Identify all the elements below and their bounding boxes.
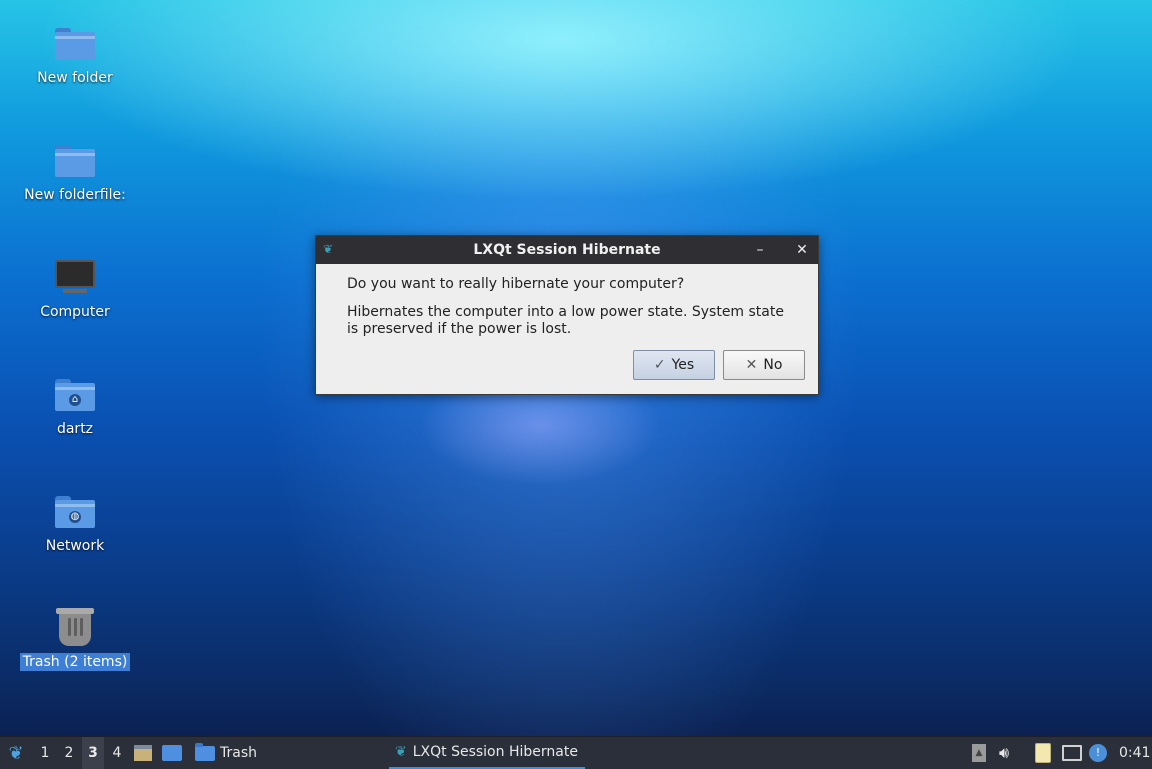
workspace-2[interactable]: 2 [58,737,80,769]
show-desktop-button[interactable] [162,737,182,769]
file-manager-icon [134,745,152,761]
dialog-title: LXQt Session Hibernate [473,242,661,258]
no-button-label: No [763,357,783,373]
network-folder-icon: ◍ [53,490,97,534]
desktop-icon-label: New folderfile: [24,187,126,203]
network-icon [1062,745,1082,761]
task-hibernate-label: LXQt Session Hibernate [412,744,578,760]
trash-icon [53,606,97,650]
desktop-icon-label: Network [45,538,105,554]
folder-icon [195,742,215,761]
arrow-up-icon: ▲ [972,744,986,762]
taskbar: ❦ 1 2 3 4 Trash ❦ LXQt Session Hibernate… [0,736,1152,769]
folder-icon [53,139,97,183]
volume-button[interactable]: 🔊︎ [999,737,1009,769]
dialog-description: Hibernates the computer into a low power… [347,304,784,337]
desktop-icon-label: Trash (2 items) [19,653,131,671]
lxqt-logo-icon: ❦ [395,744,407,760]
desktop-icon-label: New folder [37,70,113,86]
minimize-button[interactable]: – [750,240,770,260]
clock[interactable]: 0:41 [1119,737,1150,769]
desktop-icon-trash[interactable]: Trash (2 items) [15,606,135,671]
update-notifier-icon: ! [1089,744,1107,762]
start-menu-button[interactable]: ❦ [4,737,28,769]
dialog-question: Do you want to really hibernate your com… [347,276,685,292]
cross-icon: ✕ [745,357,758,373]
dialog-titlebar[interactable]: ❦ LXQt Session Hibernate – ✕ [316,236,818,264]
hibernate-dialog: ❦ LXQt Session Hibernate – ✕ Do you want… [315,235,819,395]
task-trash-label: Trash [220,745,257,761]
folder-icon [53,22,97,66]
desktop-icon [162,745,182,761]
computer-icon [53,256,97,300]
yes-button[interactable]: ✓ Yes [633,350,715,380]
lxqt-logo-icon: ❦ [8,742,24,764]
desktop-icon-label: Computer [40,304,110,320]
checkmark-icon: ✓ [653,357,666,373]
speaker-icon: 🔊︎ [999,743,1010,762]
yes-button-label: Yes [671,357,695,373]
desktop-icon-home[interactable]: ⌂ dartz [15,373,135,438]
desktop-icon-computer[interactable]: Computer [15,256,135,321]
desktop-icon-label: dartz [56,421,94,437]
close-button[interactable]: ✕ [792,240,812,260]
desktop-icon-new-folder[interactable]: New folder [15,22,135,87]
network-status-button[interactable] [1062,737,1082,769]
home-folder-icon: ⌂ [53,373,97,417]
task-hibernate-dialog[interactable]: ❦ LXQt Session Hibernate [389,737,585,769]
workspace-1[interactable]: 1 [34,737,56,769]
workspace-4[interactable]: 4 [106,737,128,769]
workspace-3[interactable]: 3 [82,737,104,769]
tray-show-hidden-button[interactable]: ▲ [972,737,986,769]
notification-button[interactable]: ! [1089,737,1107,769]
file-manager-launcher[interactable] [134,737,152,769]
desktop-icon-new-folderfile[interactable]: New folderfile: [15,139,135,204]
no-button[interactable]: ✕ No [723,350,805,380]
desktop-icon-network[interactable]: ◍ Network [15,490,135,555]
clipboard-icon [1035,743,1051,763]
task-trash[interactable]: Trash [195,737,257,769]
clipboard-button[interactable] [1035,737,1051,769]
